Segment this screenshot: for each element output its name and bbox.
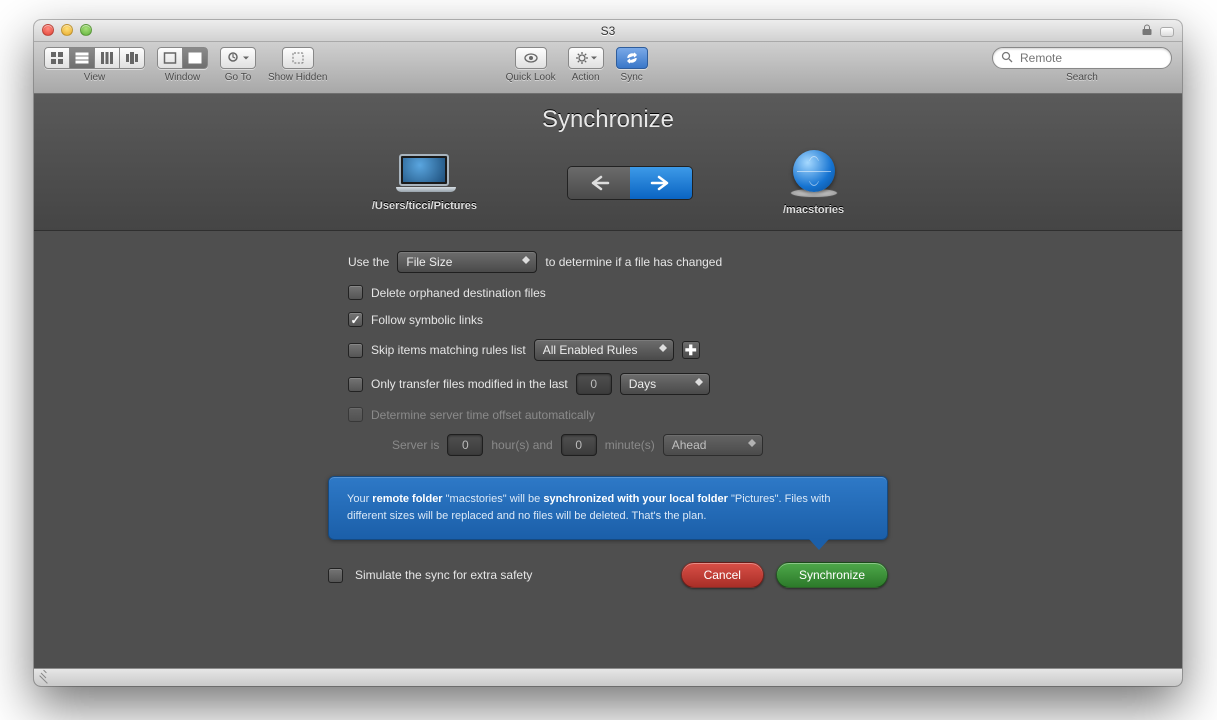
offset-direction-dropdown: Ahead [663, 434, 763, 456]
only-transfer-unit-dropdown[interactable]: Days [620, 373, 710, 395]
skip-rules-label: Skip items matching rules list [371, 343, 526, 357]
action-button[interactable] [568, 47, 604, 69]
server-is-prefix: Server is [392, 438, 439, 452]
follow-symlinks-checkbox[interactable] [348, 312, 363, 327]
summary-callout: Your remote folder "macstories" will be … [328, 476, 888, 540]
window-title: S3 [601, 24, 616, 38]
server-minutes-value: 0 [561, 434, 597, 456]
titlebar: S3 [34, 20, 1182, 42]
local-endpoint: /Users/ticci/Pictures [372, 154, 477, 212]
goto-label: Go To [225, 72, 252, 83]
window-split-button[interactable] [182, 47, 208, 69]
sync-label: Sync [621, 72, 643, 83]
quick-look-button[interactable] [515, 47, 547, 69]
minutes-label: minute(s) [605, 438, 655, 452]
toolbar: View Window Go To Show [34, 42, 1182, 94]
server-offset-checkbox [348, 407, 363, 422]
remote-path-label: /macstories [783, 204, 844, 216]
simulate-label: Simulate the sync for extra safety [355, 568, 532, 582]
direction-right-button[interactable] [630, 167, 692, 199]
use-the-suffix: to determine if a file has changed [545, 255, 722, 269]
view-column-button[interactable] [94, 47, 120, 69]
simulate-checkbox[interactable] [328, 568, 343, 583]
action-label: Action [572, 72, 600, 83]
panel-title: Synchronize [34, 106, 1182, 134]
show-hidden-label: Show Hidden [268, 72, 327, 83]
titlebar-pill-button[interactable] [1160, 27, 1174, 37]
only-transfer-label: Only transfer files modified in the last [371, 377, 568, 391]
add-rule-button[interactable]: ✚ [682, 341, 700, 359]
delete-orphaned-label: Delete orphaned destination files [371, 286, 546, 300]
quick-look-label: Quick Look [506, 72, 556, 83]
search-label: Search [1066, 72, 1098, 83]
globe-icon [790, 150, 838, 198]
sync-button[interactable] [616, 47, 648, 69]
lock-icon [1142, 24, 1152, 39]
remote-endpoint: /macstories [783, 150, 844, 216]
direction-left-button[interactable] [568, 167, 630, 199]
show-hidden-button[interactable] [282, 47, 314, 69]
view-label: View [84, 72, 106, 83]
window-zoom-button[interactable] [80, 24, 92, 36]
follow-symlinks-label: Follow symbolic links [371, 313, 483, 327]
app-window: S3 View [34, 20, 1182, 686]
local-path-label: /Users/ticci/Pictures [372, 200, 477, 212]
view-icon-button[interactable] [44, 47, 70, 69]
view-list-button[interactable] [69, 47, 95, 69]
direction-toggle [567, 166, 693, 200]
laptop-icon [396, 154, 452, 194]
status-bar [34, 668, 1182, 686]
resize-grip-icon[interactable] [40, 672, 51, 683]
window-pane-segment [157, 47, 208, 69]
server-hours-value: 0 [447, 434, 483, 456]
hours-label: hour(s) and [491, 438, 552, 452]
use-the-prefix: Use the [348, 255, 389, 269]
cancel-button[interactable]: Cancel [681, 562, 764, 588]
server-offset-label: Determine server time offset automatical… [371, 408, 595, 422]
window-close-button[interactable] [42, 24, 54, 36]
goto-button[interactable] [220, 47, 256, 69]
synchronize-button[interactable]: Synchronize [776, 562, 888, 588]
search-input[interactable] [1018, 50, 1177, 66]
compare-method-dropdown[interactable]: File Size [397, 251, 537, 273]
skip-rules-checkbox[interactable] [348, 343, 363, 358]
delete-orphaned-checkbox[interactable] [348, 285, 363, 300]
search-field[interactable] [992, 47, 1172, 69]
window-label: Window [165, 72, 201, 83]
view-coverflow-button[interactable] [119, 47, 145, 69]
search-icon [1001, 51, 1013, 66]
sync-panel: Synchronize /Users/ticci/Pictures [34, 94, 1182, 668]
rules-dropdown[interactable]: All Enabled Rules [534, 339, 674, 361]
only-transfer-value[interactable]: 0 [576, 373, 612, 395]
window-minimize-button[interactable] [61, 24, 73, 36]
window-single-button[interactable] [157, 47, 183, 69]
view-mode-segment [44, 47, 145, 69]
only-transfer-checkbox[interactable] [348, 377, 363, 392]
